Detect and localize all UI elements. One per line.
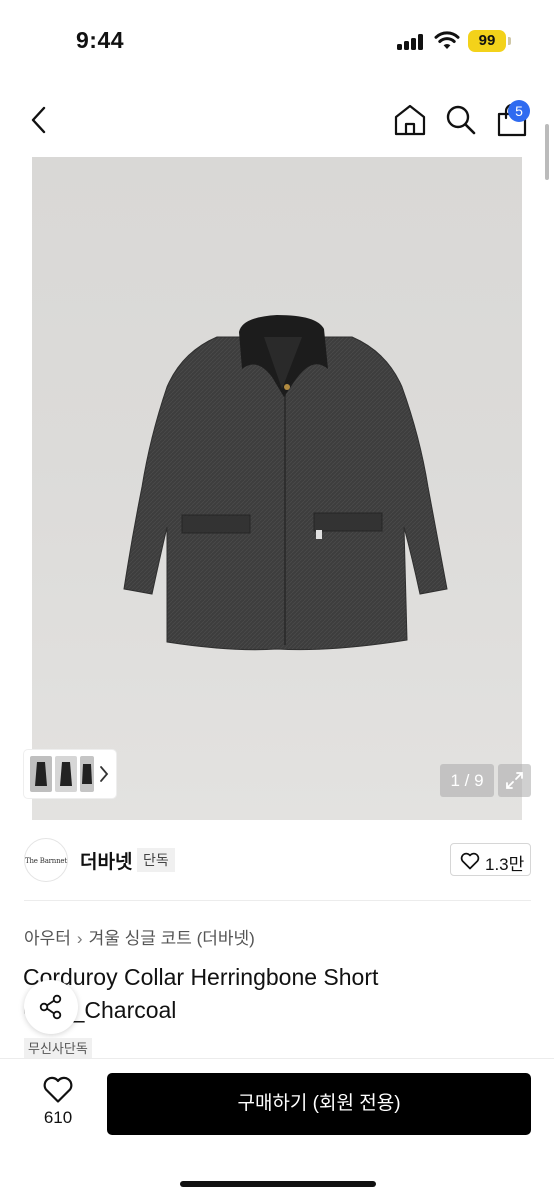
scrollbar[interactable] xyxy=(545,124,549,180)
share-icon xyxy=(39,994,62,1020)
exclusive-badge: 무신사단독 xyxy=(24,1038,92,1060)
brand-logo[interactable]: The Barnnet xyxy=(24,838,68,882)
chevron-right-icon: › xyxy=(76,929,83,948)
battery-level: 99 xyxy=(468,30,506,52)
top-nav-bar xyxy=(0,90,554,150)
wishlist-button[interactable]: 610 xyxy=(30,1074,86,1134)
breadcrumb: 아우터 › 겨울 싱글 코트 (더바넷) xyxy=(24,924,255,949)
share-button[interactable] xyxy=(24,980,78,1034)
product-image[interactable] xyxy=(32,157,522,820)
breadcrumb-item-outer[interactable]: 아우터 xyxy=(24,929,71,948)
search-icon[interactable] xyxy=(443,102,479,138)
brand-exclusive-tag: 단독 xyxy=(137,848,175,872)
heart-icon xyxy=(460,852,480,870)
divider xyxy=(24,900,531,901)
thumbnail-2-coat xyxy=(60,762,72,786)
buy-button[interactable]: 구매하기 (회원 전용) xyxy=(107,1073,531,1135)
battery-cap xyxy=(508,37,511,45)
thumbnail-1-coat xyxy=(35,762,47,786)
expand-icon xyxy=(506,772,523,789)
thumbnail-3-coat xyxy=(82,764,92,784)
cellular-signal-icon xyxy=(397,34,425,50)
brand-like-count: 1.3만 xyxy=(485,855,525,874)
cart-count-badge: 5 xyxy=(508,100,530,122)
brand-like-button[interactable]: 1.3만 xyxy=(450,843,531,876)
wishlist-count: 610 xyxy=(43,1108,73,1127)
wifi-icon xyxy=(434,31,460,49)
chevron-right-icon[interactable] xyxy=(98,764,110,784)
expand-image-button[interactable] xyxy=(498,764,531,797)
status-time: 9:44 xyxy=(76,27,125,53)
brand-name[interactable]: 더바넷 xyxy=(80,847,132,874)
breadcrumb-item-category[interactable]: 겨울 싱글 코트 (더바넷) xyxy=(89,929,255,948)
home-indicator xyxy=(180,1181,376,1187)
status-bar: 9:44 99 xyxy=(0,0,554,80)
heart-icon xyxy=(43,1076,73,1103)
coat-illustration xyxy=(123,315,448,651)
home-icon[interactable] xyxy=(392,102,428,138)
image-page-counter: 1 / 9 xyxy=(440,764,494,797)
back-arrow-icon[interactable] xyxy=(24,102,58,138)
product-title: Corduroy Collar Herringbone Short Coat_C… xyxy=(23,964,379,1023)
